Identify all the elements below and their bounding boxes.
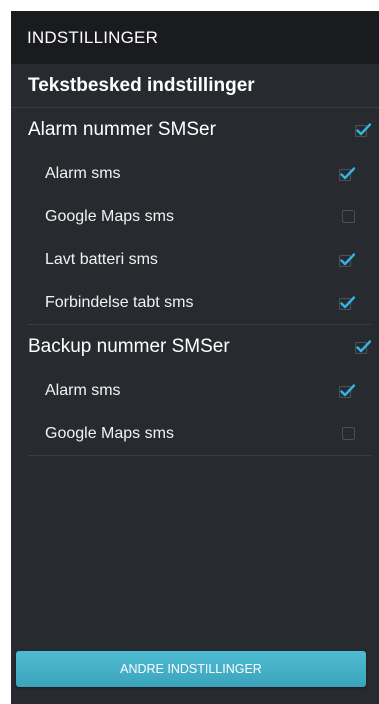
checkbox-unchecked-icon[interactable] xyxy=(342,427,355,440)
app-bar: INDSTILLINGER xyxy=(11,11,379,64)
group-backup-number-sms[interactable]: Backup nummer SMSer xyxy=(11,325,379,369)
checkbox-checked-icon[interactable] xyxy=(339,295,355,310)
checkbox-checked-icon[interactable] xyxy=(339,252,355,267)
setting-label: Google Maps sms xyxy=(45,207,174,225)
checkbox-checked-icon[interactable] xyxy=(355,340,371,354)
setting-google-maps-sms[interactable]: Google Maps sms xyxy=(11,195,379,238)
section-header: Tekstbesked indstillinger xyxy=(11,64,379,108)
group-label: Alarm nummer SMSer xyxy=(28,119,216,140)
setting-connection-lost-sms[interactable]: Forbindelse tabt sms xyxy=(11,281,379,324)
checkbox-unchecked-icon[interactable] xyxy=(342,210,355,223)
setting-backup-alarm-sms[interactable]: Alarm sms xyxy=(11,369,379,412)
setting-label: Alarm sms xyxy=(45,381,121,399)
group-alarm-number-sms[interactable]: Alarm nummer SMSer xyxy=(11,108,379,152)
setting-label: Lavt batteri sms xyxy=(45,250,158,268)
app-bar-title: INDSTILLINGER xyxy=(27,27,159,47)
setting-label: Alarm sms xyxy=(45,164,121,182)
setting-backup-google-maps-sms[interactable]: Google Maps sms xyxy=(11,412,379,455)
setting-label: Forbindelse tabt sms xyxy=(45,293,194,311)
button-label: ANDRE INDSTILLINGER xyxy=(120,662,262,676)
setting-alarm-sms[interactable]: Alarm sms xyxy=(11,152,379,195)
setting-label: Google Maps sms xyxy=(45,424,174,442)
checkbox-checked-icon[interactable] xyxy=(355,123,371,137)
section-title: Tekstbesked indstillinger xyxy=(28,74,255,96)
group-label: Backup nummer SMSer xyxy=(28,336,230,357)
divider xyxy=(28,455,371,456)
checkbox-checked-icon[interactable] xyxy=(339,383,355,398)
other-settings-button[interactable]: ANDRE INDSTILLINGER xyxy=(16,651,366,687)
settings-screen: INDSTILLINGER Tekstbesked indstillinger … xyxy=(11,11,379,704)
setting-low-battery-sms[interactable]: Lavt batteri sms xyxy=(11,238,379,281)
checkbox-checked-icon[interactable] xyxy=(339,166,355,181)
